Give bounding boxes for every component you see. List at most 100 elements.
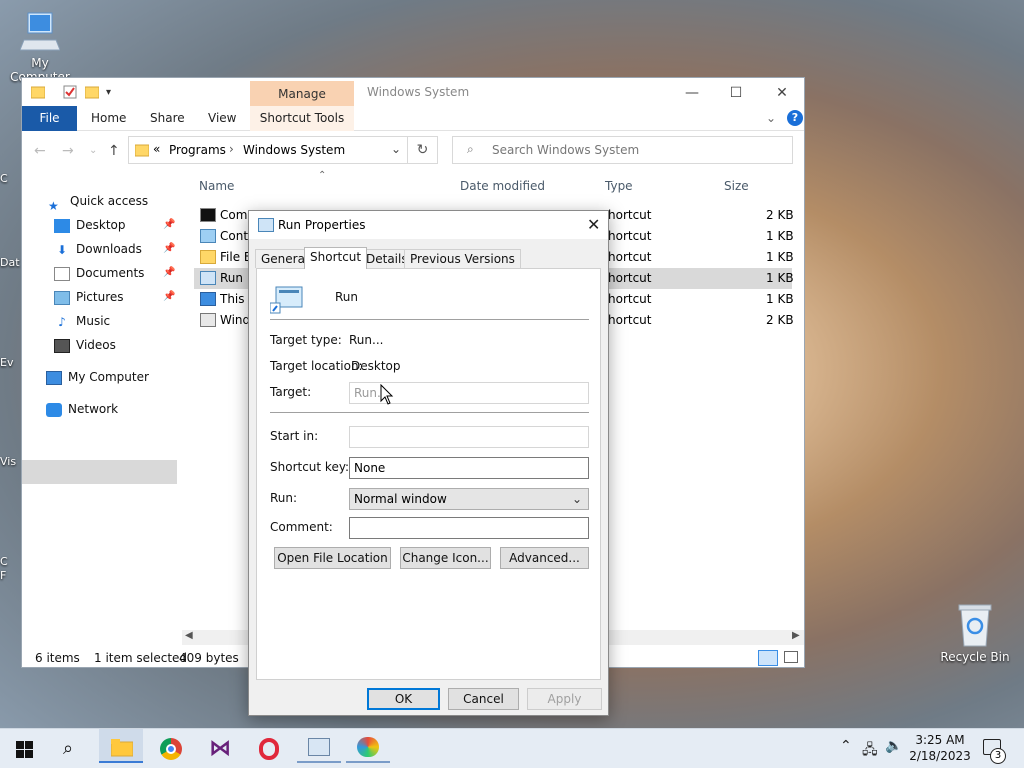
taskbar: ⌕ ⋈ ⌃ 🖧 🔈 3:25 AM 2/18/2023 3 bbox=[0, 728, 1024, 768]
forward-arrow-icon[interactable]: → bbox=[62, 143, 74, 159]
desktop-icon-label: Recycle Bin bbox=[940, 650, 1010, 664]
breadcrumb-windows-system[interactable]: Windows System bbox=[243, 143, 345, 157]
run-icon bbox=[258, 218, 274, 232]
change-icon-button[interactable]: Change Icon... bbox=[400, 547, 491, 569]
properties-check-icon[interactable] bbox=[63, 85, 77, 99]
tab-file[interactable]: File bbox=[22, 106, 77, 131]
file-size: 1 KB bbox=[766, 229, 794, 243]
tab-view[interactable]: View bbox=[208, 106, 236, 131]
chrome-icon[interactable] bbox=[160, 738, 182, 760]
target-type-label: Target type: bbox=[270, 333, 342, 347]
desktop-partial-label: Ev bbox=[0, 356, 14, 369]
ok-button[interactable]: OK bbox=[367, 688, 440, 710]
maximize-button[interactable]: ☐ bbox=[716, 82, 756, 104]
breadcrumb-overflow[interactable]: « bbox=[153, 142, 160, 156]
paint-taskbar-icon[interactable] bbox=[346, 729, 390, 763]
tab-share[interactable]: Share bbox=[150, 106, 185, 131]
desktop-partial-label: F bbox=[0, 569, 7, 582]
comment-label: Comment: bbox=[270, 520, 333, 534]
pin-icon[interactable]: 📌 bbox=[163, 291, 175, 302]
shortcut-key-label: Shortcut key: bbox=[270, 460, 350, 474]
column-header-type[interactable]: Type bbox=[605, 179, 633, 199]
nav-item-pictures[interactable]: Pictures bbox=[54, 286, 124, 308]
nav-item-label: Pictures bbox=[76, 290, 124, 304]
column-header-name[interactable]: Name bbox=[199, 179, 234, 199]
help-icon[interactable]: ? bbox=[787, 110, 803, 126]
network-icon[interactable]: 🖧 bbox=[862, 739, 878, 763]
search-box[interactable]: ⌕ Search Windows System bbox=[452, 136, 793, 164]
run-select[interactable]: Normal window ⌄ bbox=[349, 488, 589, 510]
nav-item-network[interactable]: Network bbox=[46, 398, 118, 420]
up-arrow-icon[interactable]: ↑ bbox=[108, 143, 120, 159]
column-header-date-modified[interactable]: Date modified bbox=[460, 179, 545, 199]
column-header-size[interactable]: Size bbox=[724, 179, 749, 199]
nav-item-videos[interactable]: Videos bbox=[54, 334, 116, 356]
recent-chevron-icon[interactable]: ⌄ bbox=[89, 145, 97, 156]
breadcrumb-programs[interactable]: Programs bbox=[169, 143, 226, 157]
file-explorer-taskbar-icon[interactable] bbox=[99, 729, 143, 763]
cancel-button[interactable]: Cancel bbox=[448, 688, 519, 710]
dialog-titlebar[interactable]: Run Properties ✕ bbox=[249, 211, 608, 239]
status-bytes: 409 bytes bbox=[179, 651, 239, 665]
image-viewer-taskbar-icon[interactable] bbox=[297, 729, 341, 763]
manage-tab-header[interactable]: Manage bbox=[250, 81, 354, 107]
pin-icon[interactable]: 📌 bbox=[163, 219, 175, 230]
address-path[interactable]: « Programs › Windows System ⌄ bbox=[128, 136, 408, 164]
paint-palette-icon bbox=[357, 737, 379, 757]
windows-shortcut-icon bbox=[200, 313, 216, 327]
document-icon bbox=[54, 266, 70, 281]
advanced-button[interactable]: Advanced... bbox=[500, 547, 589, 569]
start-in-field[interactable] bbox=[349, 426, 589, 448]
file-size: 2 KB bbox=[766, 313, 794, 327]
clock-time: 3:25 AM bbox=[915, 733, 965, 747]
comment-field[interactable] bbox=[349, 517, 589, 539]
shortcut-key-field[interactable]: None bbox=[349, 457, 589, 479]
picture-icon bbox=[308, 738, 330, 756]
address-bar-row: ← → ⌄ ↑ « Programs › Windows System ⌄ ↻ … bbox=[22, 136, 804, 166]
run-properties-dialog: Run Properties ✕ General Shortcut Detail… bbox=[248, 210, 609, 716]
ribbon-expand-chevron-icon[interactable]: ⌄ bbox=[766, 111, 776, 125]
divider bbox=[270, 319, 589, 320]
large-icons-view-icon[interactable] bbox=[784, 651, 798, 663]
apply-button[interactable]: Apply bbox=[527, 688, 602, 710]
tab-shortcut[interactable]: Shortcut bbox=[304, 247, 368, 269]
details-view-icon[interactable] bbox=[758, 650, 778, 666]
opera-icon[interactable] bbox=[259, 738, 279, 760]
windows-start-icon[interactable] bbox=[16, 741, 33, 761]
new-folder-icon[interactable] bbox=[84, 85, 100, 99]
nav-item-my-computer[interactable]: My Computer bbox=[46, 366, 149, 388]
close-button[interactable]: ✕ bbox=[762, 82, 802, 104]
back-arrow-icon[interactable]: ← bbox=[34, 143, 46, 159]
desktop-icon-recycle-bin[interactable]: Recycle Bin bbox=[937, 602, 1013, 664]
desktop-icon-my-computer[interactable]: My Computer bbox=[2, 10, 78, 84]
explorer-titlebar[interactable]: ▾ Manage Windows System — ☐ ✕ bbox=[22, 78, 804, 107]
scroll-right-icon[interactable]: ▶ bbox=[792, 630, 800, 641]
pin-icon[interactable]: 📌 bbox=[163, 267, 175, 278]
clock-date: 2/18/2023 bbox=[909, 749, 971, 763]
folder-icon[interactable] bbox=[30, 85, 46, 99]
minimize-button[interactable]: — bbox=[672, 82, 712, 104]
desktop-partial-label: Vis bbox=[0, 455, 17, 468]
scroll-left-icon[interactable]: ◀ bbox=[185, 630, 193, 641]
music-note-icon: ♪ bbox=[58, 314, 66, 329]
search-icon[interactable]: ⌕ bbox=[63, 738, 73, 759]
nav-item-quick-access[interactable]: ★ Quick access bbox=[48, 190, 148, 213]
open-file-location-button[interactable]: Open File Location bbox=[274, 547, 391, 569]
show-hidden-icons-chevron-icon[interactable]: ⌃ bbox=[840, 738, 852, 754]
nav-item-music[interactable]: ♪ Music bbox=[54, 310, 110, 332]
address-dropdown-chevron-icon[interactable]: ⌄ bbox=[391, 142, 401, 156]
visual-studio-icon[interactable]: ⋈ bbox=[209, 736, 231, 761]
refresh-button[interactable]: ↻ bbox=[408, 136, 438, 164]
file-name: Run bbox=[220, 271, 244, 285]
nav-item-desktop[interactable]: Desktop bbox=[54, 214, 126, 236]
nav-item-documents[interactable]: Documents bbox=[54, 262, 144, 284]
tab-home[interactable]: Home bbox=[91, 106, 126, 131]
nav-item-downloads[interactable]: ⬇ Downloads bbox=[54, 238, 142, 260]
dialog-close-icon[interactable]: ✕ bbox=[587, 215, 600, 234]
pin-icon[interactable]: 📌 bbox=[163, 243, 175, 254]
system-clock[interactable]: 3:25 AM 2/18/2023 bbox=[900, 732, 980, 764]
tab-shortcut-tools[interactable]: Shortcut Tools bbox=[250, 106, 354, 131]
tab-previous-versions[interactable]: Previous Versions bbox=[404, 249, 521, 268]
breadcrumb-separator-icon[interactable]: › bbox=[229, 142, 234, 156]
chevron-down-icon[interactable]: ▾ bbox=[106, 87, 120, 101]
